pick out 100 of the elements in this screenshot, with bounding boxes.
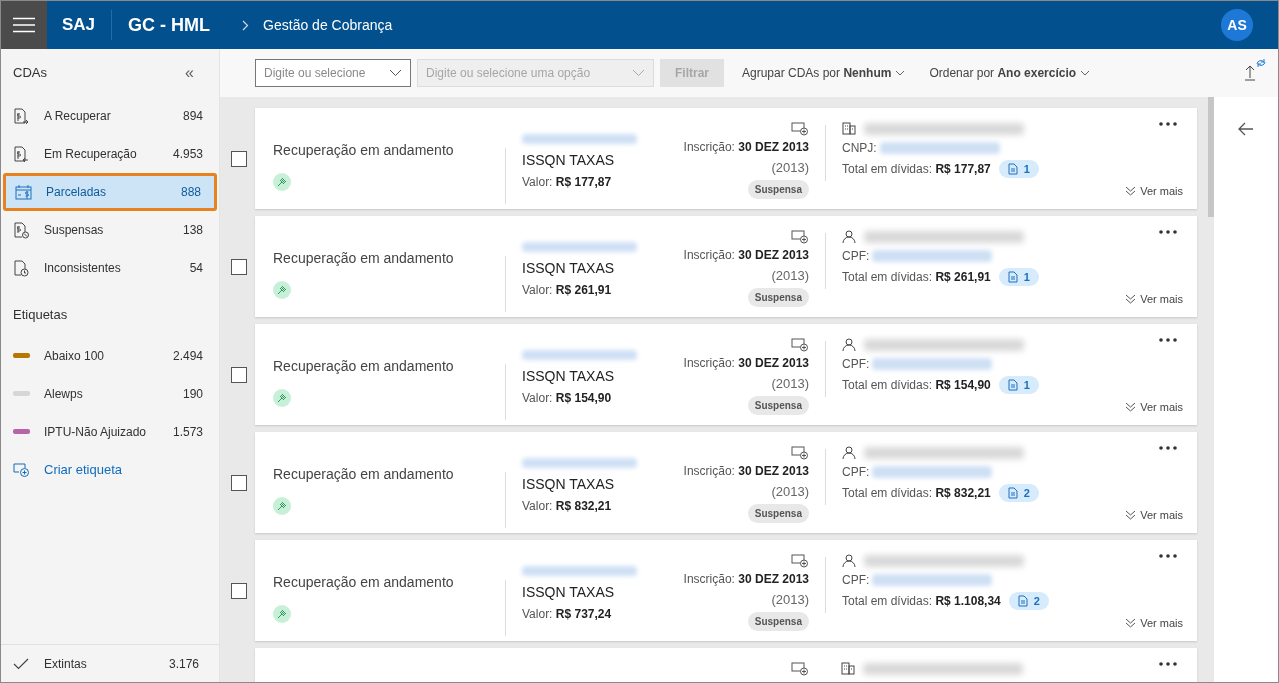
export-button[interactable] [1244, 58, 1266, 82]
year-text: (2013) [771, 159, 809, 177]
status-text: Recuperação em andamento [273, 357, 455, 376]
document-icon [1007, 487, 1018, 499]
group-dropdown[interactable]: Agrupar CDAs por Nenhum [742, 64, 906, 82]
gavel-icon [273, 605, 291, 623]
year-text: (2013) [771, 267, 809, 285]
sort-dropdown[interactable]: Ordenar por Ano exercício [929, 64, 1091, 82]
tag-item[interactable]: Abaixo 100 2.494 [1, 336, 219, 375]
document-count-badge[interactable]: 2 [1008, 592, 1049, 610]
more-options-button[interactable] [1159, 122, 1177, 126]
chevron-down-icon [632, 69, 645, 77]
tribute-name: ISSQN TAXAS [522, 259, 616, 278]
more-icon [1159, 122, 1177, 126]
see-more-link[interactable]: Ver mais [1125, 398, 1183, 415]
status-text: Recuperação em andamento [273, 573, 455, 592]
more-options-button[interactable] [1159, 554, 1177, 558]
status-text: Recuperação em andamento [273, 465, 455, 484]
person-icon [842, 446, 856, 460]
value-text: Valor: R$ 832,21 [522, 498, 613, 515]
sidebar-item[interactable]: Suspensas 138 [1, 211, 219, 249]
year-text: (2013) [771, 591, 809, 609]
more-icon [1159, 554, 1177, 558]
sidebar-item[interactable]: Extintas 3.176 [1, 644, 219, 682]
document-icon [1007, 271, 1018, 283]
gavel-icon [273, 281, 291, 299]
document-arrow-icon [13, 145, 30, 163]
sidebar-item[interactable]: Em Recuperação 4.953 [1, 135, 219, 173]
document-label: CNPJ: [842, 140, 877, 157]
building-icon [841, 662, 855, 676]
sidebar-item[interactable]: Inconsistentes 54 [1, 249, 219, 287]
add-screen-icon [791, 554, 809, 568]
menu-icon [13, 17, 35, 33]
see-more-link[interactable]: Ver mais [1125, 290, 1183, 307]
value-text: Valor: R$ 261,91 [522, 282, 613, 299]
chevron-icon [242, 19, 250, 31]
tribute-name: ISSQN TAXAS [522, 151, 616, 170]
back-button[interactable] [1238, 121, 1254, 137]
status-badge: Suspensa [747, 179, 809, 199]
gavel-icon [273, 389, 291, 407]
scrollbar-thumb[interactable] [1208, 97, 1214, 217]
upload-refresh-icon [1244, 58, 1266, 82]
see-more-link[interactable]: Ver mais [1125, 614, 1183, 631]
year-text: (2013) [771, 375, 809, 393]
more-options-button[interactable] [1159, 662, 1177, 666]
inscription-date: Inscrição: 30 DEZ 2013 [683, 355, 809, 372]
add-screen-icon [791, 338, 809, 352]
menu-button[interactable] [1, 1, 47, 49]
status-text: Recuperação em andamento [273, 249, 455, 268]
checkbox[interactable] [231, 259, 247, 275]
section-title: CDAs [13, 64, 47, 83]
add-screen-icon [791, 662, 809, 676]
document-label: CPF: [842, 356, 870, 373]
checkbox[interactable] [231, 583, 247, 599]
more-options-button[interactable] [1159, 230, 1177, 234]
tribute-name: ISSQN TAXAS [522, 475, 616, 494]
more-icon [1159, 446, 1177, 450]
more-options-button[interactable] [1159, 446, 1177, 450]
total-debt-text: Total em dívidas: R$ 177,87 [842, 161, 991, 178]
document-label: CPF: [842, 572, 870, 589]
building-icon [842, 122, 856, 136]
inscription-date: Inscrição: 30 DEZ 2013 [683, 571, 809, 588]
user-avatar[interactable]: AS [1221, 9, 1253, 41]
document-icon [1017, 595, 1028, 607]
checkbox[interactable] [231, 475, 247, 491]
collapse-button[interactable]: « [185, 61, 194, 85]
tag-item[interactable]: IPTU-Não Ajuizado 1.573 [1, 412, 219, 451]
document-count-badge[interactable]: 2 [998, 484, 1039, 502]
inscription-date: Inscrição: 30 DEZ 2013 [683, 247, 809, 264]
sidebar-item[interactable]: Parceladas 888 [3, 173, 217, 211]
person-icon [842, 554, 856, 568]
document-clock-icon [13, 259, 30, 277]
value-text: Valor: R$ 737,24 [522, 606, 613, 623]
checkbox[interactable] [231, 151, 247, 167]
create-tag-link[interactable]: Criar etiqueta [1, 450, 219, 489]
document-count-badge[interactable]: 1 [998, 268, 1039, 286]
double-chevron-icon [1125, 509, 1137, 520]
add-screen-icon [791, 122, 809, 136]
status-text: Recuperação em andamento [273, 141, 455, 160]
status-badge: Suspensa [747, 503, 809, 523]
year-text: (2013) [771, 483, 809, 501]
calendar-dollar-icon [15, 183, 32, 201]
chevron-down-icon [1080, 70, 1091, 76]
add-screen-icon [791, 446, 809, 460]
total-debt-text: Total em dívidas: R$ 261,91 [842, 269, 991, 286]
see-more-link[interactable]: Ver mais [1125, 506, 1183, 523]
more-options-button[interactable] [1159, 338, 1177, 342]
tag-item[interactable]: Alewps 190 [1, 374, 219, 413]
filter-dropdown[interactable]: Digite ou selecione [255, 59, 411, 87]
checkmark-icon [13, 657, 29, 670]
sidebar-item[interactable]: A Recuperar 894 [1, 97, 219, 135]
breadcrumb[interactable]: Gestão de Cobrança [263, 14, 393, 36]
see-more-link[interactable]: Ver mais [1125, 182, 1183, 199]
checkbox[interactable] [231, 367, 247, 383]
more-icon [1159, 338, 1177, 342]
double-chevron-icon [1125, 617, 1137, 628]
document-count-badge[interactable]: 1 [998, 376, 1039, 394]
status-badge: Suspensa [747, 611, 809, 631]
document-count-badge[interactable]: 1 [998, 160, 1039, 178]
app-name: SAJ [62, 14, 96, 37]
